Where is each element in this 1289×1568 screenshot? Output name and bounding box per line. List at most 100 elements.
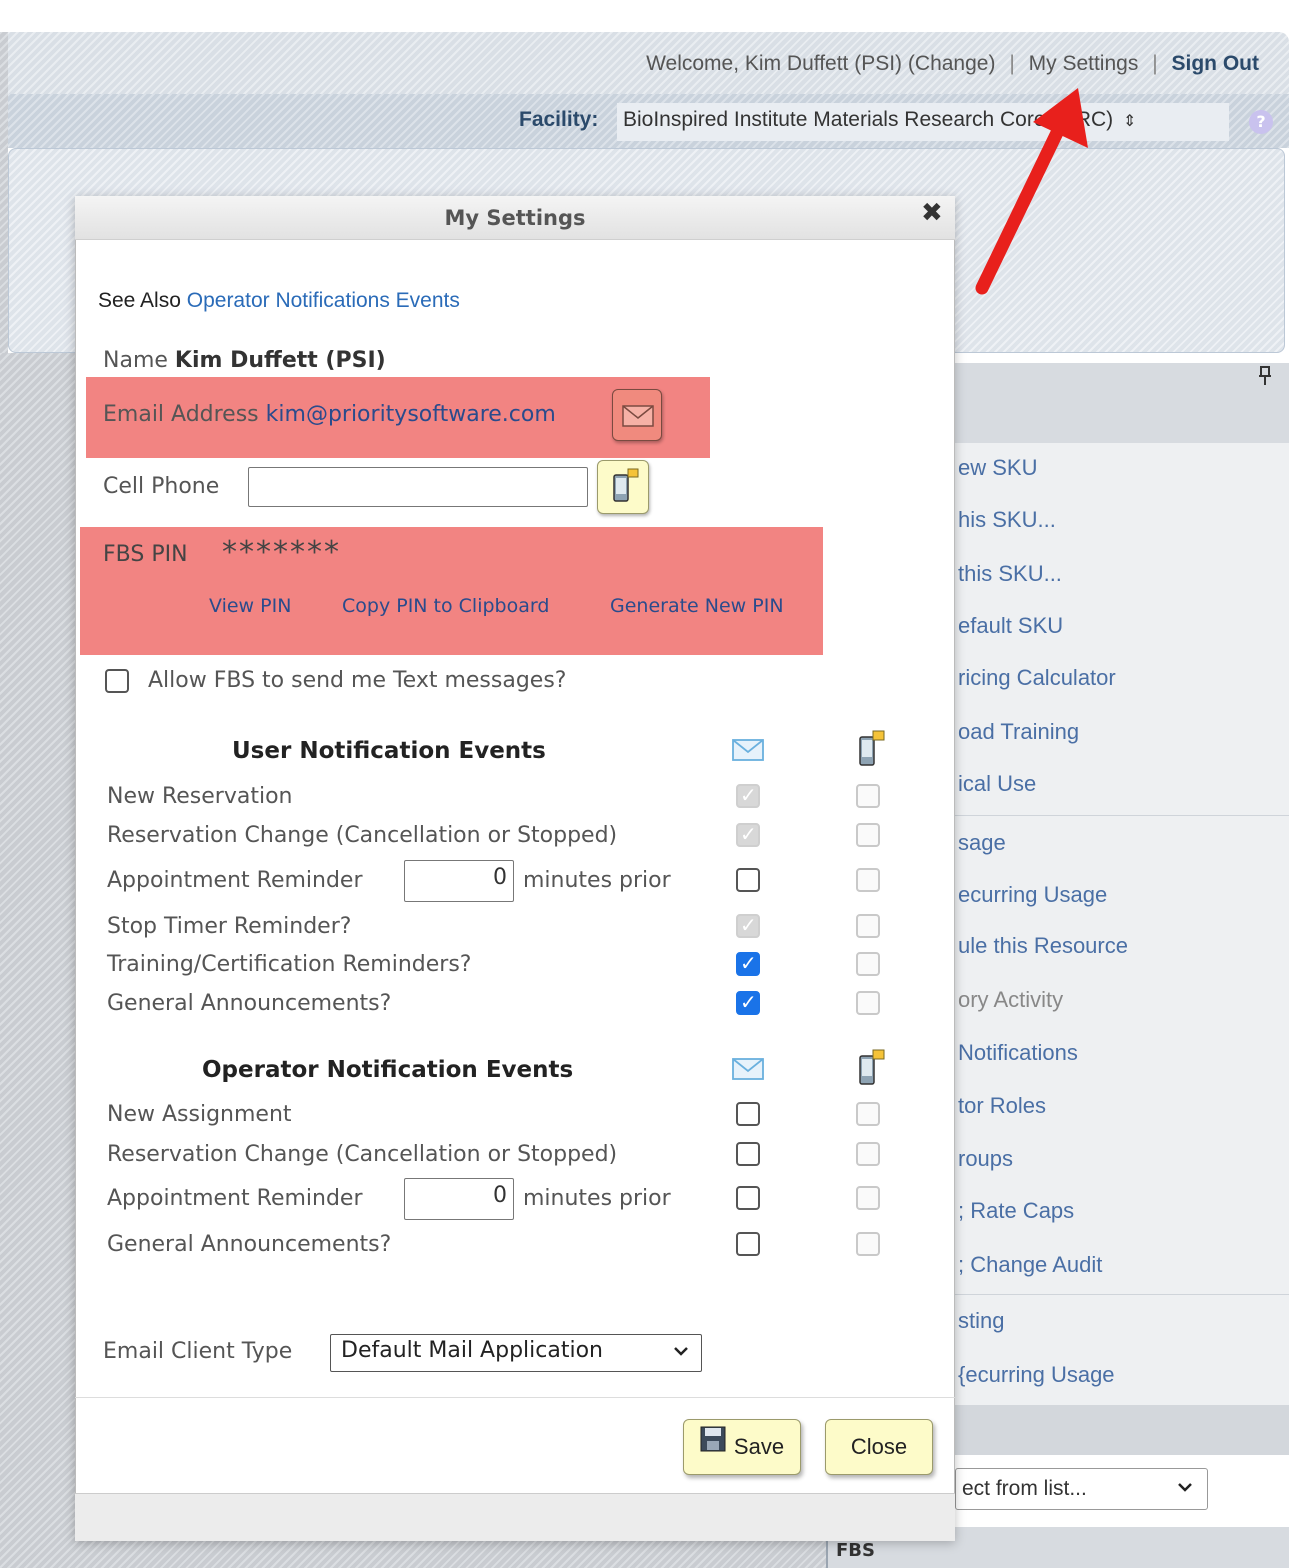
sms-notify-checkbox [856, 1186, 880, 1210]
email-client-select-value: Default Mail Application [341, 1338, 603, 1363]
checkmark-icon: ✓ [740, 783, 757, 807]
right-action-item[interactable]: sage [958, 830, 1006, 856]
right-panel-header [955, 363, 1289, 443]
email-notify-checkbox[interactable]: ✓ [736, 951, 760, 976]
right-action-item[interactable]: ew SKU [958, 455, 1037, 481]
sms-notify-checkbox [856, 991, 880, 1015]
event-label: General Announcements? [107, 1232, 392, 1257]
sms-notify-checkbox [856, 1142, 880, 1166]
email-notify-checkbox: ✓ [736, 783, 760, 808]
event-label: Appointment Reminder [107, 868, 363, 893]
close-button[interactable]: Close [825, 1419, 933, 1475]
dialog-footer-divider [75, 1397, 955, 1398]
view-pin-link[interactable]: View PIN [209, 595, 291, 617]
top-white-margin [0, 0, 1289, 32]
event-label: Training/Certification Reminders? [107, 952, 472, 977]
save-button[interactable]: Save [683, 1419, 801, 1475]
dialog-footer-bar [75, 1493, 955, 1541]
envelope-icon [622, 405, 654, 427]
facility-select[interactable]: BioInspired Institute Materials Research… [617, 103, 1229, 141]
right-panel-select-value: ect from list... [962, 1477, 1087, 1500]
email-link[interactable]: kim@prioritysoftware.com [266, 402, 556, 427]
email-notify-checkbox: ✓ [736, 913, 760, 938]
right-action-item[interactable]: oad Training [958, 719, 1079, 745]
minutes-prior-label: minutes prior [523, 868, 671, 893]
mobile-phone-icon [856, 729, 886, 771]
allow-text-checkbox[interactable] [105, 669, 129, 693]
pin-highlight [80, 527, 823, 655]
email-notify-checkbox[interactable] [736, 1142, 760, 1166]
cell-phone-label: Cell Phone [103, 474, 220, 499]
close-icon[interactable]: ✖ [921, 198, 943, 228]
generate-pin-link[interactable]: Generate New PIN [610, 595, 784, 617]
right-action-item[interactable]: ; Rate Caps [958, 1198, 1074, 1224]
reminder-minutes-input[interactable]: 0 [404, 1178, 514, 1220]
email-client-select[interactable]: Default Mail Application [330, 1334, 702, 1372]
right-action-item[interactable]: sting [958, 1308, 1004, 1334]
email-notify-checkbox[interactable] [736, 868, 760, 892]
event-label: Reservation Change (Cancellation or Stop… [107, 823, 618, 848]
email-notify-checkbox: ✓ [736, 822, 760, 847]
right-action-item[interactable]: efault SKU [958, 613, 1063, 639]
sms-notify-checkbox [856, 1232, 880, 1256]
right-panel-select[interactable]: ect from list... [955, 1468, 1208, 1510]
mobile-phone-icon [856, 1048, 886, 1090]
copy-pin-link[interactable]: Copy PIN to Clipboard [342, 595, 549, 617]
right-action-item[interactable]: ecurring Usage [958, 882, 1107, 908]
name-label: Name [103, 348, 168, 373]
name-value: Kim Duffett (PSI) [174, 348, 386, 373]
envelope-icon [731, 1057, 765, 1085]
event-label: New Reservation [107, 784, 293, 809]
right-action-item[interactable]: ory Activity [958, 987, 1063, 1013]
checkmark-icon: ✓ [740, 913, 757, 937]
event-label: Reservation Change (Cancellation or Stop… [107, 1142, 618, 1167]
right-action-item[interactable]: tor Roles [958, 1093, 1046, 1119]
cell-phone-input[interactable] [248, 467, 588, 507]
mobile-phone-icon [613, 468, 639, 502]
sign-out-link[interactable]: Sign Out [1172, 52, 1260, 75]
event-label: Stop Timer Reminder? [107, 914, 352, 939]
right-action-item[interactable]: ; Change Audit [958, 1252, 1102, 1278]
email-notify-checkbox[interactable]: ✓ [736, 990, 760, 1015]
fbs-section-label: FBS [836, 1540, 875, 1561]
allow-text-label: Allow FBS to send me Text messages? [148, 668, 567, 693]
email-row: Email Address kim@prioritysoftware.com [103, 402, 556, 427]
minutes-prior-label: minutes prior [523, 1186, 671, 1211]
sms-notify-checkbox [856, 952, 880, 976]
event-label: General Announcements? [107, 991, 392, 1016]
right-action-item[interactable]: ricing Calculator [958, 665, 1116, 691]
send-text-button[interactable] [597, 460, 649, 514]
right-action-item[interactable]: roups [958, 1146, 1013, 1172]
see-also-label: See Also [98, 289, 181, 312]
reminder-minutes-input[interactable]: 0 [404, 860, 514, 902]
separator: | [1152, 52, 1158, 75]
right-list-divider [955, 1294, 1289, 1295]
email-notify-checkbox[interactable] [736, 1232, 760, 1256]
operator-notifications-link[interactable]: Operator Notifications Events [187, 289, 460, 312]
email-notify-checkbox[interactable] [736, 1186, 760, 1210]
send-email-button[interactable] [612, 389, 662, 441]
name-row: Name Kim Duffett (PSI) [103, 348, 386, 373]
right-action-item[interactable]: his SKU... [958, 507, 1056, 533]
right-action-item[interactable]: ule this Resource [958, 933, 1128, 959]
welcome-text: Welcome, Kim Duffett (PSI) [646, 52, 903, 75]
checkmark-icon: ✓ [740, 951, 757, 975]
right-action-item[interactable]: {ecurring Usage [958, 1362, 1115, 1388]
right-action-item[interactable]: Notifications [958, 1040, 1078, 1066]
sms-notify-checkbox [856, 1102, 880, 1126]
sms-notify-checkbox [856, 823, 880, 847]
event-label: Appointment Reminder [107, 1186, 363, 1211]
dialog-title: My Settings [75, 196, 955, 240]
sms-notify-checkbox [856, 868, 880, 892]
email-label: Email Address [103, 402, 259, 427]
chevron-down-icon [1177, 1477, 1193, 1498]
right-action-item[interactable]: this SKU... [958, 561, 1062, 587]
help-icon[interactable]: ? [1249, 110, 1273, 134]
chevron-down-icon [673, 1341, 689, 1362]
welcome-line: Welcome, Kim Duffett (PSI) (Change) | My… [646, 52, 1259, 76]
email-notify-checkbox[interactable] [736, 1102, 760, 1126]
facility-label: Facility: [519, 108, 599, 131]
right-action-item[interactable]: ical Use [958, 771, 1036, 797]
email-client-label: Email Client Type [103, 1339, 293, 1364]
pushpin-icon[interactable] [1258, 366, 1272, 391]
